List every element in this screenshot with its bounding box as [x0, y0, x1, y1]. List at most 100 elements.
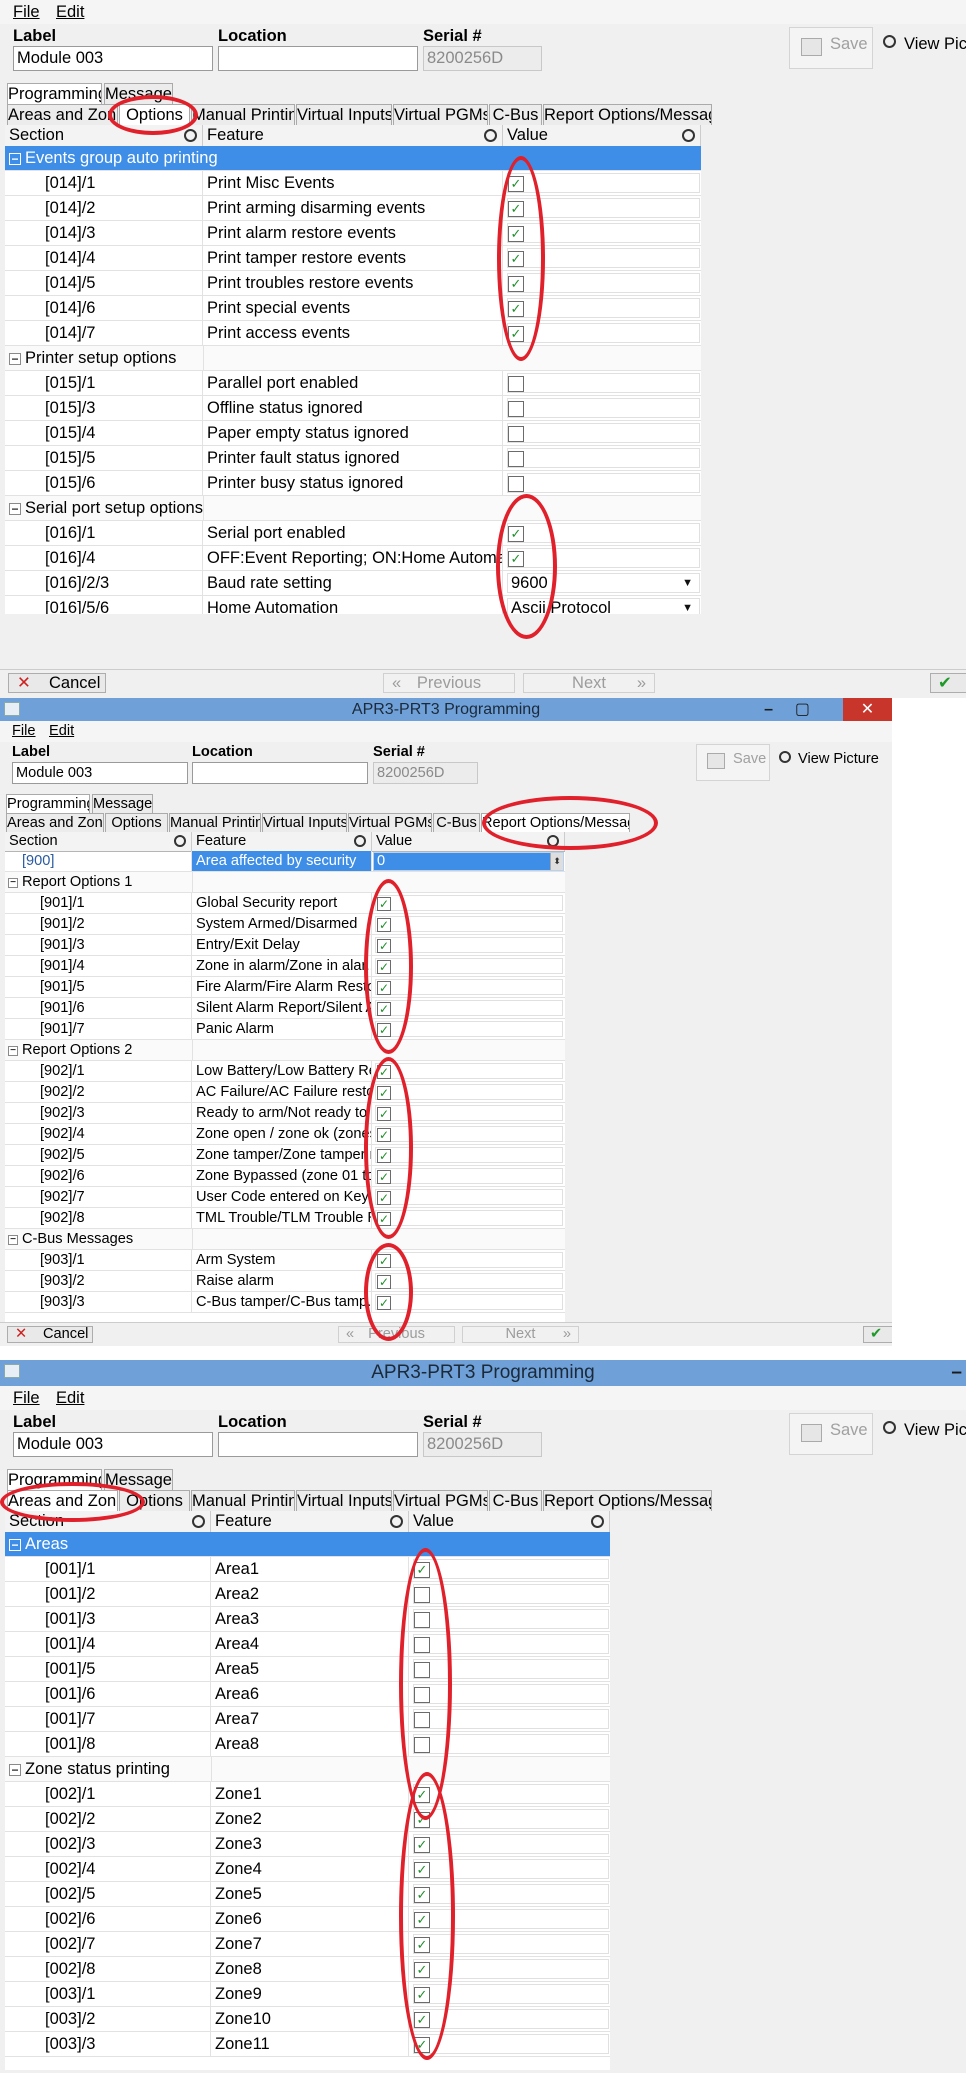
- checkbox-checked[interactable]: ✓: [414, 1912, 430, 1928]
- select-value[interactable]: Ascii Protocol: [511, 596, 611, 614]
- checkbox-unchecked[interactable]: ✓: [508, 426, 524, 442]
- checkbox-checked[interactable]: ✓: [377, 960, 391, 974]
- column-header-value[interactable]: Value: [372, 832, 565, 851]
- table-row[interactable]: [016]/4 OFF:Event Reporting; ON:Home Auto…: [5, 546, 701, 571]
- table-row[interactable]: [001]/6Area6 ✓: [5, 1682, 610, 1707]
- checkbox-checked[interactable]: ✓: [377, 1275, 391, 1289]
- checkbox-checked[interactable]: ✓: [414, 1787, 430, 1803]
- previous-button[interactable]: « Previous: [383, 673, 515, 693]
- sub-tab-report-options-messages[interactable]: Report Options/Messages: [543, 1490, 712, 1511]
- checkbox-checked[interactable]: ✓: [508, 176, 524, 192]
- area-number-input[interactable]: 0 ⬍: [373, 852, 564, 871]
- table-row[interactable]: [016]/2/3 Baud rate setting 9600 ▼: [5, 571, 701, 596]
- checkbox-unchecked[interactable]: ✓: [414, 1637, 430, 1653]
- checkbox-checked[interactable]: ✓: [377, 1023, 391, 1037]
- label-input[interactable]: Module 003: [13, 1432, 213, 1457]
- menu-edit[interactable]: Edit: [56, 1386, 84, 1410]
- table-row[interactable]: [902]/4 Zone open / zone ok (zones... ✓: [5, 1124, 565, 1145]
- checkbox-checked[interactable]: ✓: [508, 226, 524, 242]
- column-header-value[interactable]: Value: [409, 1511, 610, 1532]
- table-row[interactable]: [901]/4 Zone in alarm/Zone in alar... ✓: [5, 956, 565, 977]
- sub-tab-areas-and-zones[interactable]: Areas and Zones: [7, 1490, 118, 1511]
- magnifier-icon[interactable]: [192, 1515, 205, 1528]
- column-header-value[interactable]: Value: [503, 125, 701, 146]
- table-row[interactable]: [903]/1 Arm System ✓: [5, 1250, 565, 1271]
- menu-file[interactable]: File: [12, 721, 36, 742]
- sub-tab-areas-and-zones[interactable]: Areas and Zones: [6, 813, 104, 832]
- checkbox-checked[interactable]: ✓: [414, 2012, 430, 2028]
- collapse-icon[interactable]: −: [8, 878, 18, 888]
- table-row[interactable]: [903]/2 Raise alarm ✓: [5, 1271, 565, 1292]
- table-row[interactable]: [015]/5Printer fault status ignored ✓: [5, 446, 701, 471]
- table-row[interactable]: [002]/1 Zone1 ✓: [5, 1782, 610, 1807]
- ok-button[interactable]: ✔OK: [863, 1326, 892, 1343]
- table-row[interactable]: [016]/1 Serial port enabled ✓: [5, 521, 701, 546]
- sub-tab-options[interactable]: Options: [119, 1490, 190, 1511]
- table-row[interactable]: [016]/5/6 Home Automation Ascii Protocol ▼: [5, 596, 701, 614]
- group-row[interactable]: − Events group auto printing: [5, 146, 701, 171]
- checkbox-checked[interactable]: ✓: [377, 1128, 391, 1142]
- table-row[interactable]: [003]/1 Zone9 ✓: [5, 1982, 610, 2007]
- top-tab-programming[interactable]: Programming: [7, 83, 102, 104]
- menu-edit[interactable]: Edit: [56, 0, 84, 24]
- table-row[interactable]: [015]/4Paper empty status ignored ✓: [5, 421, 701, 446]
- table-row[interactable]: [002]/2 Zone2 ✓: [5, 1807, 610, 1832]
- table-row[interactable]: [003]/3 Zone11 ✓: [5, 2032, 610, 2057]
- table-row[interactable]: [014]/3 Print alarm restore events ✓: [5, 221, 701, 246]
- maximize-icon[interactable]: ▢: [795, 698, 810, 721]
- table-row[interactable]: [903]/3 C-Bus tamper/C-Bus tamp... ✓: [5, 1292, 565, 1313]
- checkbox-unchecked[interactable]: ✓: [508, 401, 524, 417]
- checkbox-checked[interactable]: ✓: [377, 1191, 391, 1205]
- sub-tab-c-bus[interactable]: C-Bus: [489, 104, 542, 125]
- group-row[interactable]: − C-Bus Messages: [5, 1229, 565, 1250]
- dropdown-arrow-icon[interactable]: ▼: [682, 571, 693, 596]
- table-row[interactable]: [001]/8Area8 ✓: [5, 1732, 610, 1757]
- checkbox-unchecked[interactable]: ✓: [508, 451, 524, 467]
- checkbox-checked[interactable]: ✓: [377, 1002, 391, 1016]
- magnifier-icon[interactable]: [174, 835, 186, 847]
- table-row[interactable]: [014]/6 Print special events ✓: [5, 296, 701, 321]
- checkbox-unchecked[interactable]: ✓: [414, 1687, 430, 1703]
- table-row[interactable]: [003]/2 Zone10 ✓: [5, 2007, 610, 2032]
- group-row[interactable]: − Printer setup options: [5, 346, 701, 371]
- magnifier-icon[interactable]: [184, 129, 197, 142]
- cancel-button[interactable]: ✕ Cancel: [8, 673, 106, 693]
- column-header-feature[interactable]: Feature: [211, 1511, 409, 1532]
- table-row[interactable]: [002]/8 Zone8 ✓: [5, 1957, 610, 1982]
- checkbox-checked[interactable]: ✓: [377, 1086, 391, 1100]
- checkbox-checked[interactable]: ✓: [508, 326, 524, 342]
- magnifier-icon[interactable]: [484, 129, 497, 142]
- sub-tab-virtual-inputs[interactable]: Virtual Inputs: [262, 813, 347, 832]
- label-input[interactable]: Module 003: [12, 762, 188, 784]
- checkbox-checked[interactable]: ✓: [377, 1149, 391, 1163]
- table-row[interactable]: [901]/7 Panic Alarm ✓: [5, 1019, 565, 1040]
- sub-tab-options[interactable]: Options: [119, 104, 190, 125]
- checkbox-checked[interactable]: ✓: [377, 918, 391, 932]
- sub-tab-areas-and-zones[interactable]: Areas and Zones: [7, 104, 118, 125]
- group-row[interactable]: − Report Options 1: [5, 872, 565, 893]
- cancel-button[interactable]: ✕ Cancel: [7, 1326, 93, 1343]
- group-row[interactable]: − Serial port setup options: [5, 496, 701, 521]
- location-input[interactable]: [192, 762, 368, 784]
- group-row[interactable]: − Zone status printing: [5, 1757, 610, 1782]
- top-tab-messages[interactable]: Messages: [92, 794, 153, 813]
- sub-tab-virtual-pgms[interactable]: Virtual PGMs: [348, 813, 432, 832]
- table-row[interactable]: [901]/1 Global Security report ✓: [5, 893, 565, 914]
- column-header-section[interactable]: Section: [5, 125, 203, 146]
- checkbox-checked[interactable]: ✓: [377, 1170, 391, 1184]
- table-row[interactable]: [015]/6Printer busy status ignored ✓: [5, 471, 701, 496]
- sub-tab-virtual-pgms[interactable]: Virtual PGMs: [393, 104, 488, 125]
- sub-tab-virtual-inputs[interactable]: Virtual Inputs: [296, 104, 392, 125]
- previous-button[interactable]: « Previous: [338, 1326, 455, 1343]
- column-header-section[interactable]: Section: [5, 832, 192, 851]
- checkbox-checked[interactable]: ✓: [508, 526, 524, 542]
- checkbox-checked[interactable]: ✓: [377, 1107, 391, 1121]
- next-button[interactable]: Next »: [462, 1326, 579, 1343]
- select-value[interactable]: 9600: [511, 571, 548, 596]
- table-row[interactable]: [014]/5 Print troubles restore events ✓: [5, 271, 701, 296]
- checkbox-checked[interactable]: ✓: [414, 1837, 430, 1853]
- checkbox-checked[interactable]: ✓: [414, 1962, 430, 1978]
- sub-tab-report-options-messages[interactable]: Report Options/Messages: [481, 813, 630, 832]
- table-row[interactable]: [900] Area affected by security 0 ⬍: [5, 851, 565, 872]
- table-row[interactable]: [001]/4Area4 ✓: [5, 1632, 610, 1657]
